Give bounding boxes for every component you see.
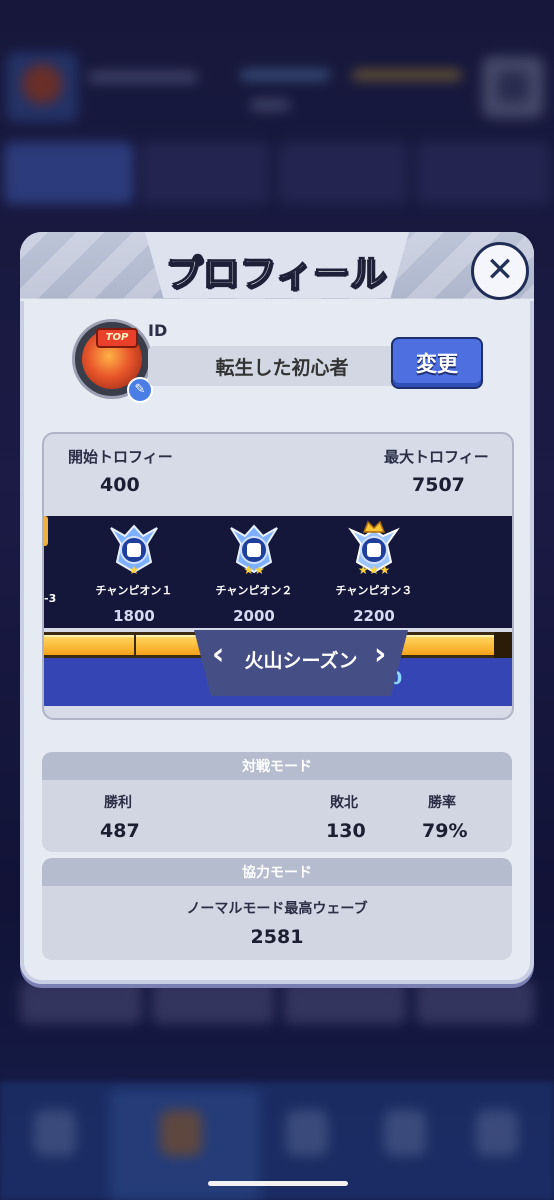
champion-emblem-icon: ★★ (225, 518, 283, 577)
win-rate-value: 79% (422, 820, 468, 842)
top-badge: TOP (96, 328, 138, 348)
champion-crown-emblem-icon: ★★★ (345, 518, 403, 577)
pvp-title: 対戦モード (42, 752, 512, 780)
coop-stats-box: 協力モード ノーマルモード最高ウェーブ 2581 (42, 858, 512, 960)
tier-score: 1800 (113, 607, 155, 625)
id-label: ID (148, 321, 168, 340)
tier-name: チャンピオン３ (335, 584, 413, 597)
season-trophy-panel: 開始トロフィー 400 最大トロフィー 7507 -3 ★ チャンピオン１ 18… (42, 432, 514, 720)
losses-label: 敗北 (330, 795, 358, 811)
svg-text:★★★: ★★★ (358, 563, 390, 576)
dialog-title: プロフィール (166, 252, 388, 295)
max-trophy-value: 7507 (412, 474, 465, 496)
win-rate-label: 勝率 (428, 795, 456, 811)
svg-text:★: ★ (129, 563, 140, 576)
max-trophy-label: 最大トロフィー (384, 448, 489, 466)
profile-dialog: プロフィール TOP ✎ ID 転生した初心者 変更 開始トロフィー 400 最… (20, 232, 534, 984)
tier-item: ★ チャンピオン１ 1800 (74, 516, 194, 625)
tier-score: 2000 (233, 607, 275, 625)
champion-emblem-icon: ★ (105, 518, 163, 577)
close-button[interactable]: ✕ (471, 242, 529, 300)
next-season-button[interactable]: › (374, 640, 386, 670)
tier-track[interactable]: -3 ★ チャンピオン１ 1800 ★★ チャンピオン２ 2000 ★★★ チャ… (44, 516, 512, 628)
wins-value: 487 (100, 820, 140, 842)
best-wave-label: ノーマルモード最高ウェーブ (186, 901, 368, 917)
tier-item: ★★★ チャンピオン３ 2200 (314, 516, 434, 625)
losses-value: 130 (326, 820, 366, 842)
partial-tier-label: -3 (44, 592, 57, 605)
change-name-button[interactable]: 変更 (391, 337, 483, 389)
nickname-field: 転生した初心者 (148, 346, 416, 386)
wins-label: 勝利 (104, 795, 132, 811)
best-wave-value: 2581 (250, 926, 304, 948)
close-icon: ✕ (485, 250, 515, 290)
pvp-stats-box: 対戦モード 勝利 487 敗北 130 勝率 79% (42, 752, 512, 852)
tier-score: 2200 (353, 607, 395, 625)
tier-name: チャンピオン２ (215, 584, 293, 597)
tier-item: ★★ チャンピオン２ 2000 (194, 516, 314, 625)
svg-text:★★: ★★ (243, 563, 265, 576)
pencil-icon: ✎ (134, 382, 146, 397)
start-trophy-label: 開始トロフィー (68, 448, 173, 466)
tier-name: チャンピオン１ (95, 584, 173, 597)
start-trophy-value: 400 (100, 474, 140, 496)
coop-title: 協力モード (42, 858, 512, 886)
home-indicator[interactable] (208, 1181, 348, 1186)
